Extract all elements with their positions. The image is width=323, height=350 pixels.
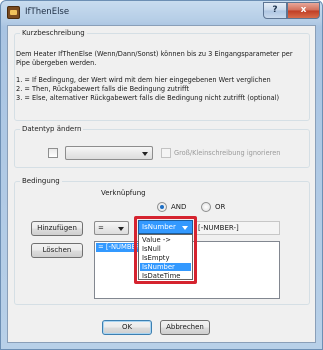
chevron-down-icon xyxy=(182,226,188,230)
kurzbeschreibung-group: Kurzbeschreibung xyxy=(14,29,310,121)
loeschen-button[interactable]: Löschen xyxy=(31,243,83,258)
or-radio[interactable] xyxy=(201,202,211,212)
app-icon xyxy=(7,6,20,19)
function-option-isdatetime[interactable]: IsDateTime xyxy=(140,272,191,280)
operator-dropdown-value: = xyxy=(98,224,104,232)
function-option-isnumber[interactable]: IsNumber xyxy=(140,263,191,271)
function-dropdown[interactable]: IsNumber xyxy=(138,220,193,234)
and-label: AND xyxy=(171,203,187,211)
hinzufuegen-button[interactable]: Hinzufügen xyxy=(31,221,83,236)
operator-dropdown[interactable]: = xyxy=(94,221,129,235)
chevron-down-icon xyxy=(142,152,148,156)
datentyp-dropdown[interactable] xyxy=(65,146,153,160)
help-button[interactable]: ? xyxy=(263,2,287,19)
title-bar[interactable]: IfThenElse ? x xyxy=(1,1,322,25)
function-option-isempty[interactable]: IsEmpty xyxy=(140,254,191,262)
function-dropdown-value: IsNumber xyxy=(142,223,176,231)
function-option-isnull[interactable]: IsNull xyxy=(140,245,191,253)
kurzbeschreibung-legend: Kurzbeschreibung xyxy=(22,29,85,37)
condition-list-item[interactable]: = [-NUMBER-] xyxy=(96,243,145,252)
and-radio[interactable] xyxy=(157,202,167,212)
parameter-input[interactable]: [-NUMBER-] xyxy=(194,221,280,235)
dialog-content: Kurzbeschreibung Dem Heater IfThenElse (… xyxy=(7,25,316,343)
cancel-button[interactable]: Abbrechen xyxy=(160,320,210,335)
datentyp-group: Datentyp ändern xyxy=(14,125,310,168)
function-option-value[interactable]: Value -> xyxy=(140,236,191,244)
bedingung-legend: Bedingung xyxy=(22,177,60,185)
or-label: OR xyxy=(215,203,226,211)
datentyp-checkbox[interactable] xyxy=(48,148,58,158)
function-dropdown-list[interactable]: Value -> IsNull IsEmpty IsNumber IsDateT… xyxy=(138,234,193,280)
case-insensitive-label: Groß/Kleinschreibung ignorieren xyxy=(174,149,281,157)
dialog-window: IfThenElse ? x Kurzbeschreibung Dem Heat… xyxy=(0,0,323,350)
verknuepfung-label: Verknüpfung xyxy=(101,189,146,197)
close-button[interactable]: x xyxy=(287,2,320,19)
window-title: IfThenElse xyxy=(25,7,70,17)
description-line-5: 3. = Else, alternativer Rückgabewert fal… xyxy=(16,94,280,102)
ok-button[interactable]: OK xyxy=(102,320,152,335)
description-line-4: 2. = Then, Rückgabewert falls die Beding… xyxy=(16,85,190,93)
description-line-3: 1. = If Bedingung, der Wert wird mit dem… xyxy=(16,76,271,84)
chevron-down-icon xyxy=(118,227,124,231)
case-insensitive-checkbox[interactable] xyxy=(161,148,171,158)
description-line-2: Pipe übergeben werden. xyxy=(16,59,97,67)
description-line-1: Dem Heater IfThenElse (Wenn/Dann/Sonst) … xyxy=(16,50,293,58)
datentyp-legend: Datentyp ändern xyxy=(22,125,82,133)
